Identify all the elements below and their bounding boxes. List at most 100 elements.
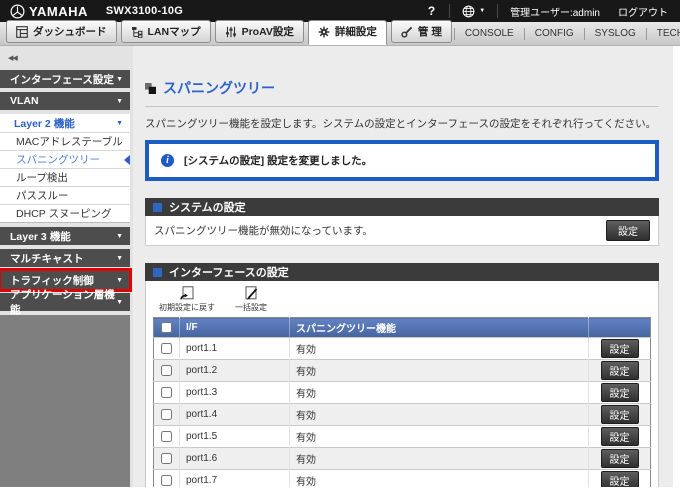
sidebar-group-layer3[interactable]: Layer 3 機能 bbox=[0, 227, 130, 245]
sidebar-group-layer2[interactable]: Layer 2 機能 bbox=[0, 114, 130, 132]
sidebar-group-multicast[interactable]: マルチキャスト bbox=[0, 249, 130, 267]
tool-label: 一括設定 bbox=[235, 303, 267, 312]
tab-management[interactable]: 管 理 bbox=[390, 20, 452, 43]
content-area: インターフェース設定 VLAN Layer 2 機能 MACアドレステーブル ス… bbox=[0, 46, 680, 492]
interface-settings-header: インターフェースの設定 bbox=[145, 263, 659, 281]
sidebar-item-loop-detection[interactable]: ループ検出 bbox=[0, 168, 130, 186]
chevron-down-icon bbox=[116, 277, 123, 284]
section-square-icon bbox=[153, 202, 162, 212]
chevron-down-icon bbox=[116, 255, 123, 262]
row-checkbox[interactable] bbox=[161, 364, 172, 376]
notice-text: [システムの設定] 設定を変更しました。 bbox=[184, 155, 373, 167]
utility-links: CONSOLE CONFIG SYSLOG TECHINFO bbox=[453, 22, 680, 45]
table-row: port1.7 有効 設定 bbox=[153, 469, 651, 487]
selected-item-arrow-icon bbox=[124, 154, 130, 165]
system-settings-row: スパニングツリー機能が無効になっています。 設定 bbox=[145, 216, 659, 246]
if-name: port1.5 bbox=[179, 425, 290, 448]
row-checkbox[interactable] bbox=[161, 474, 172, 486]
help-button[interactable]: ? bbox=[414, 4, 449, 18]
table-header-row: I/F スパニングツリー機能 bbox=[153, 317, 651, 338]
logged-in-user: 管理ユーザー:admin bbox=[510, 7, 600, 19]
sidebar-group-vlan[interactable]: VLAN bbox=[0, 92, 130, 110]
sidebar-item-passthrough[interactable]: パススルー bbox=[0, 186, 130, 204]
page-title-text: スパニングツリー bbox=[163, 80, 275, 96]
sidebar-group-interface-settings[interactable]: インターフェース設定 bbox=[0, 70, 130, 88]
logout-link[interactable]: ログアウト bbox=[606, 4, 670, 19]
table-row: port1.3 有効 設定 bbox=[153, 381, 651, 404]
sidebar-group-application-layer[interactable]: アプリケーション層機能 bbox=[0, 289, 130, 316]
row-setting-button[interactable]: 設定 bbox=[600, 449, 639, 468]
sidebar-item-label: DHCP スヌーピング bbox=[16, 208, 112, 220]
sidebar-collapse-bar bbox=[0, 46, 133, 70]
section-title: システムの設定 bbox=[169, 202, 246, 214]
top-bar: YAMAHA SWX3100-10G ? ▼ 管理ユーザー:admin ログアウ… bbox=[0, 0, 680, 22]
row-checkbox[interactable] bbox=[161, 430, 172, 442]
wrench-icon bbox=[401, 26, 413, 38]
sidebar-group-label: アプリケーション層機能 bbox=[10, 289, 115, 316]
sidebar-item-spanning-tree[interactable]: スパニングツリー bbox=[0, 150, 130, 168]
table-row: port1.6 有効 設定 bbox=[153, 447, 651, 470]
link-console[interactable]: CONSOLE bbox=[453, 27, 524, 40]
row-checkbox[interactable] bbox=[161, 452, 172, 464]
if-name: port1.1 bbox=[179, 337, 290, 360]
chevron-down-icon bbox=[116, 299, 123, 306]
yamaha-logo: YAMAHA bbox=[10, 4, 88, 19]
interface-table: I/F スパニングツリー機能 port1.1 有効 設定 port1.2 有効 … bbox=[153, 317, 651, 487]
main-tab-bar: ダッシュボード LANマップ ProAV設定 詳細設定 管 理 CONSOLE … bbox=[0, 20, 680, 46]
chevron-down-icon bbox=[116, 98, 123, 105]
page-title: スパニングツリー bbox=[145, 78, 659, 98]
stp-status: 有効 bbox=[289, 359, 589, 382]
sidebar-group-label: マルチキャスト bbox=[10, 252, 84, 265]
if-name: port1.7 bbox=[179, 469, 290, 487]
row-checkbox[interactable] bbox=[161, 342, 172, 354]
chevron-down-icon bbox=[116, 233, 123, 240]
dashboard-icon bbox=[16, 25, 28, 38]
tab-advanced-settings[interactable]: 詳細設定 bbox=[307, 20, 387, 45]
tab-proav-settings[interactable]: ProAV設定 bbox=[214, 20, 304, 43]
sidebar-item-label: スパニングツリー bbox=[16, 154, 100, 166]
collapse-sidebar-icon[interactable] bbox=[8, 54, 17, 62]
row-setting-button[interactable]: 設定 bbox=[600, 405, 639, 424]
stp-status: 有効 bbox=[289, 425, 589, 448]
row-checkbox[interactable] bbox=[161, 386, 172, 398]
language-selector[interactable]: ▼ bbox=[450, 5, 497, 18]
select-all-checkbox[interactable] bbox=[161, 321, 172, 333]
globe-icon bbox=[462, 5, 475, 17]
interface-settings-section: インターフェースの設定 初期設定に戻す 一括設定 I/F スパニングツリー機能 … bbox=[145, 263, 659, 487]
system-status-text: スパニングツリー機能が無効になっています。 bbox=[154, 225, 373, 237]
bulk-setting-button[interactable]: 一括設定 bbox=[235, 286, 267, 313]
tab-lan-map[interactable]: LANマップ bbox=[120, 20, 211, 43]
stp-status: 有効 bbox=[289, 447, 589, 470]
sidebar-item-label: MACアドレステーブル bbox=[16, 136, 123, 148]
row-setting-button[interactable]: 設定 bbox=[600, 383, 639, 402]
column-header-function: スパニングツリー機能 bbox=[289, 317, 589, 338]
sidebar-menu: インターフェース設定 VLAN Layer 2 機能 MACアドレステーブル ス… bbox=[0, 70, 132, 316]
tab-label: ダッシュボード bbox=[33, 26, 107, 38]
sidebar-item-dhcp-snooping[interactable]: DHCP スヌーピング bbox=[0, 204, 130, 222]
system-setting-button[interactable]: 設定 bbox=[606, 220, 650, 241]
reset-to-default-button[interactable]: 初期設定に戻す bbox=[159, 286, 215, 313]
link-techinfo[interactable]: TECHINFO bbox=[645, 27, 680, 40]
notice-banner: [システムの設定] 設定を変更しました。 bbox=[145, 140, 659, 181]
if-name: port1.2 bbox=[179, 359, 290, 382]
link-config[interactable]: CONFIG bbox=[523, 27, 584, 40]
tab-label: ProAV設定 bbox=[241, 26, 294, 38]
tab-dashboard[interactable]: ダッシュボード bbox=[6, 20, 117, 43]
row-setting-button[interactable]: 設定 bbox=[600, 471, 639, 487]
link-syslog[interactable]: SYSLOG bbox=[583, 27, 646, 40]
if-name: port1.4 bbox=[179, 403, 290, 426]
stp-status: 有効 bbox=[289, 337, 589, 360]
page-description: スパニングツリー機能を設定します。システムの設定とインターフェースの設定をそれぞ… bbox=[145, 118, 657, 130]
tool-label: 初期設定に戻す bbox=[159, 303, 215, 312]
brand-name: YAMAHA bbox=[29, 3, 88, 19]
row-setting-button[interactable]: 設定 bbox=[600, 427, 639, 446]
table-row: port1.5 有効 設定 bbox=[153, 425, 651, 448]
sidebar-group-label: Layer 3 機能 bbox=[10, 230, 71, 243]
chevron-down-icon: ▼ bbox=[479, 8, 486, 14]
sidebar-group-layer2-expanded: Layer 2 機能 MACアドレステーブル スパニングツリー ループ検出 パス… bbox=[0, 114, 130, 223]
row-setting-button[interactable]: 設定 bbox=[600, 339, 639, 358]
row-setting-button[interactable]: 設定 bbox=[600, 361, 639, 380]
row-checkbox[interactable] bbox=[161, 408, 172, 420]
tab-label: 詳細設定 bbox=[334, 26, 377, 38]
sidebar-item-mac-address-table[interactable]: MACアドレステーブル bbox=[0, 132, 130, 150]
